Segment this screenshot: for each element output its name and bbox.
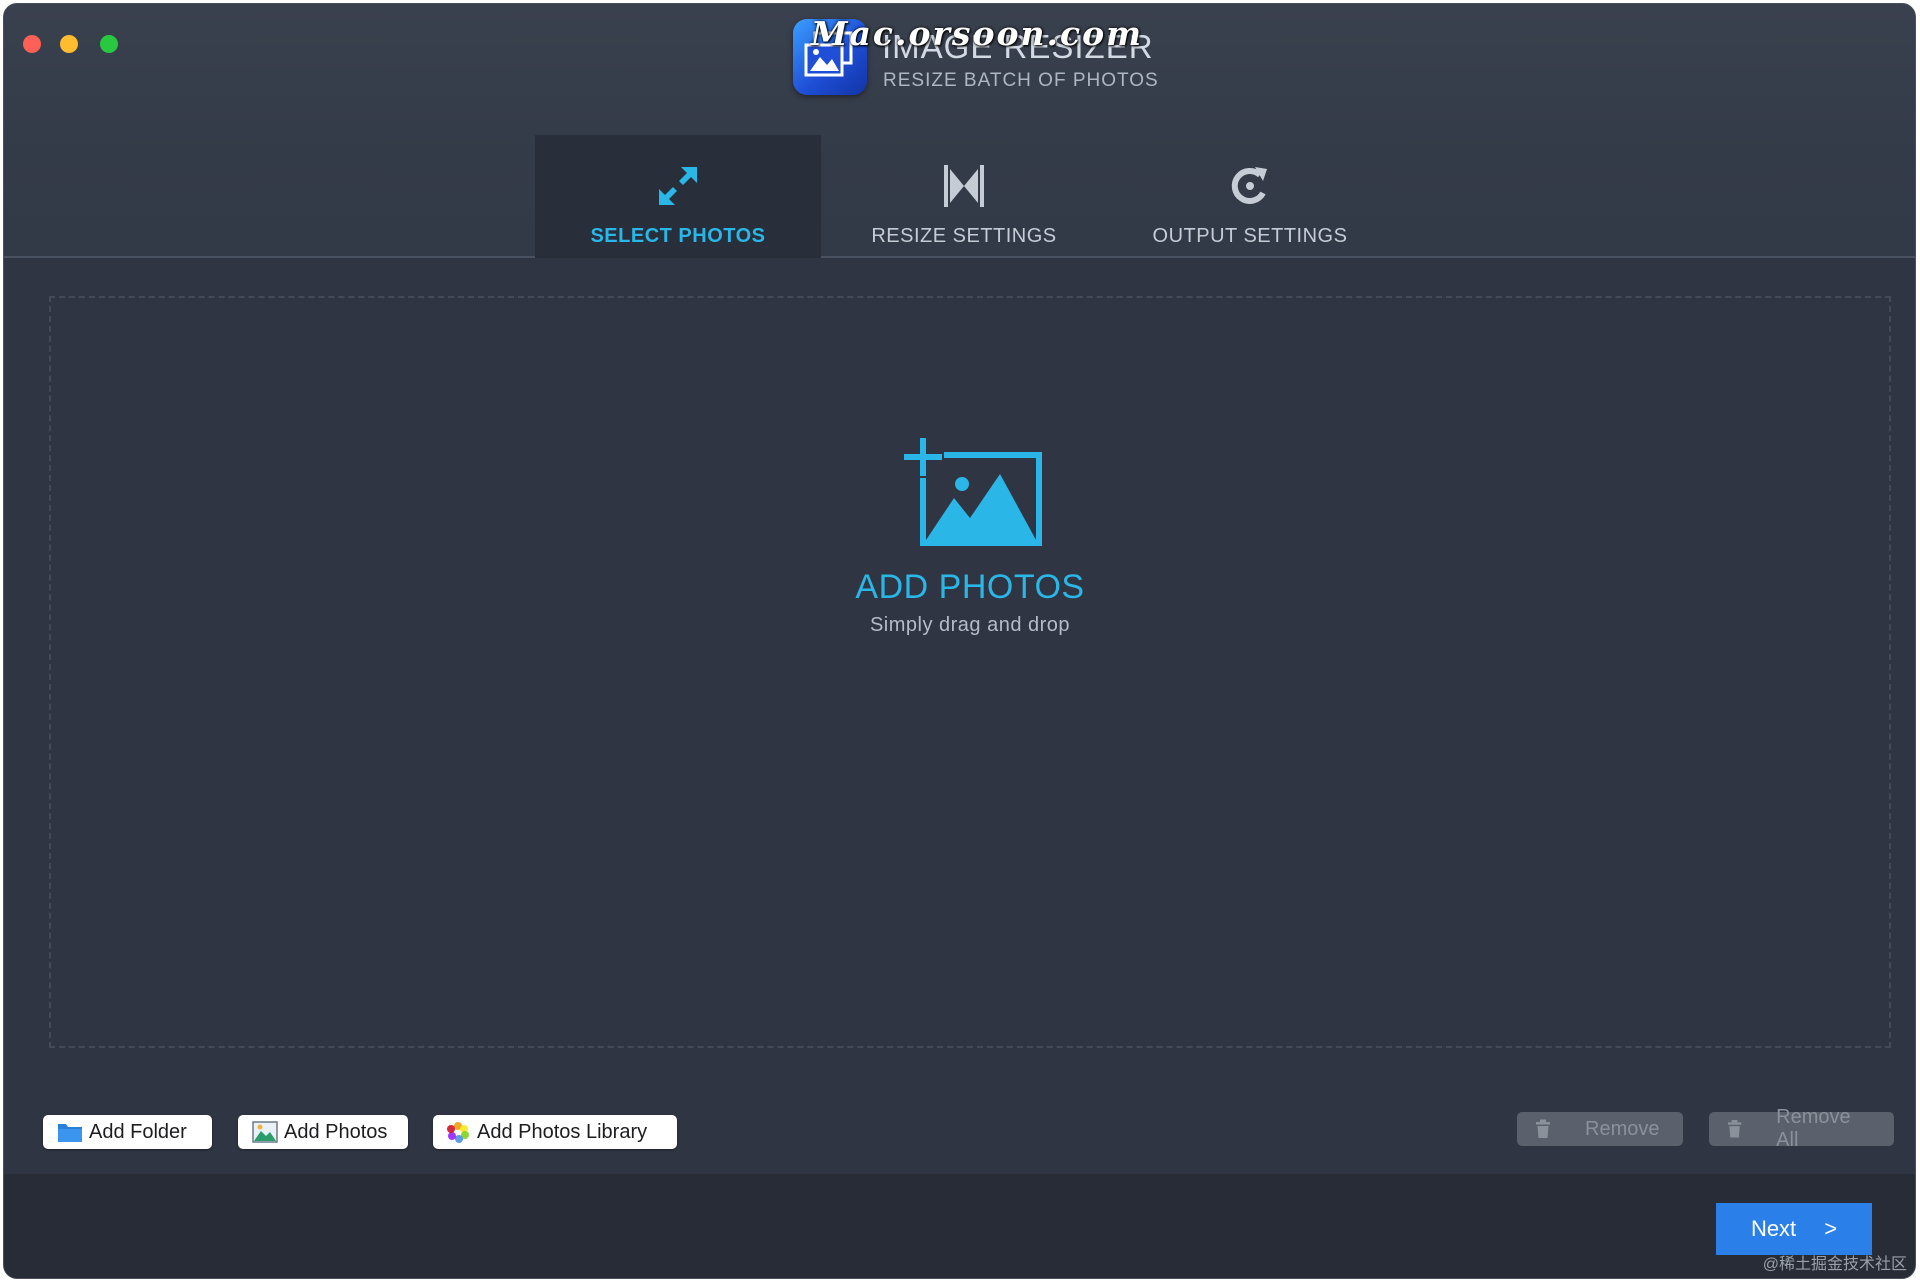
tab-label: RESIZE SETTINGS [871, 225, 1057, 247]
tab-resize-settings[interactable]: RESIZE SETTINGS [821, 135, 1107, 260]
tab-select-photos[interactable]: SELECT PHOTOS [535, 135, 821, 262]
add-image-icon [904, 438, 1042, 546]
remove-button[interactable]: Remove [1517, 1112, 1683, 1146]
remove-all-button[interactable]: Remove All [1709, 1106, 1894, 1151]
add-photos-title: ADD PHOTOS [855, 568, 1085, 606]
trash-icon [1536, 1119, 1550, 1138]
photos-app-icon [447, 1122, 469, 1143]
next-label: Next [1750, 1216, 1797, 1241]
trash-icon [1727, 1120, 1742, 1138]
add-photos-library-button[interactable]: Add Photos Library [433, 1115, 677, 1149]
close-window-button[interactable] [23, 35, 41, 53]
add-photos-subtitle: Simply drag and drop [869, 614, 1071, 636]
zoom-window-button[interactable] [100, 35, 118, 53]
add-folder-label: Add Folder [89, 1120, 187, 1143]
photo-drop-zone[interactable]: ADD PHOTOS Simply drag and drop [49, 296, 1891, 1048]
resize-bowtie-icon [944, 165, 984, 207]
tab-label: SELECT PHOTOS [590, 225, 766, 247]
tab-label: OUTPUT SETTINGS [1152, 225, 1348, 247]
main-content: ADD PHOTOS Simply drag and drop Add Fold… [4, 258, 1915, 1174]
title-bar: IMAGE RESIZER RESIZE BATCH OF PHOTOS Mac… [4, 4, 1915, 262]
remove-all-label: Remove All [1776, 1106, 1851, 1151]
watermark-text: Mac.orsoon.com [811, 14, 1143, 53]
footer-bar: Next > @稀土掘金技术社区 [4, 1174, 1915, 1278]
image-icon [252, 1121, 278, 1143]
add-photos-label: Add Photos [284, 1120, 388, 1143]
minimize-window-button[interactable] [60, 35, 78, 53]
chevron-right-icon: > [1824, 1216, 1838, 1241]
add-photos-button[interactable]: Add Photos [238, 1115, 408, 1149]
next-button[interactable]: Next > [1716, 1203, 1872, 1255]
tab-output-settings[interactable]: OUTPUT SETTINGS [1107, 135, 1393, 260]
folder-icon [58, 1124, 82, 1142]
app-window: IMAGE RESIZER RESIZE BATCH OF PHOTOS Mac… [3, 3, 1916, 1279]
remove-label: Remove [1585, 1117, 1660, 1140]
app-subtitle: RESIZE BATCH OF PHOTOS [883, 70, 1159, 91]
refresh-icon [1231, 167, 1267, 204]
credit-watermark: @稀土掘金技术社区 [1762, 1256, 1907, 1273]
add-folder-button[interactable]: Add Folder [43, 1115, 212, 1149]
add-photos-library-label: Add Photos Library [477, 1120, 648, 1143]
expand-arrows-icon [659, 167, 697, 205]
